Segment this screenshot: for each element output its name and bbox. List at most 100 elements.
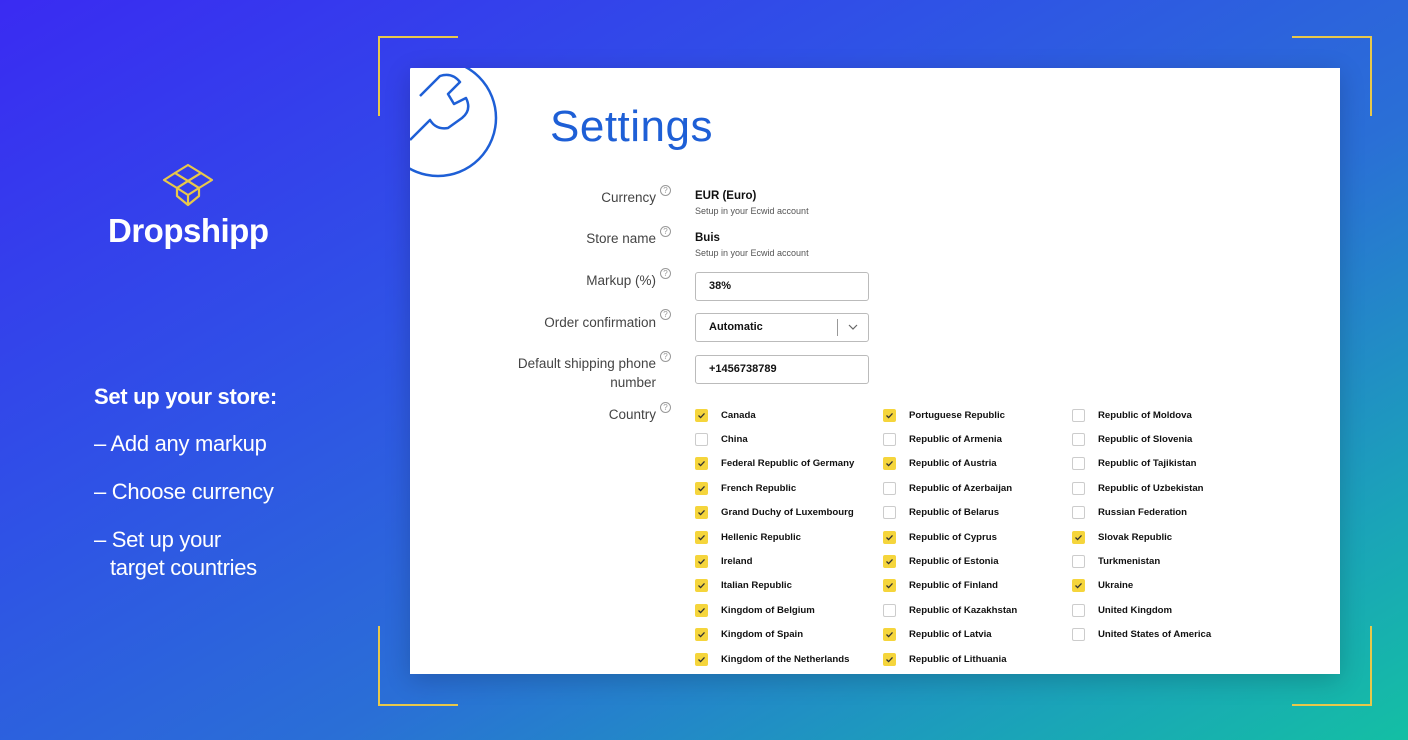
country-option[interactable]: Republic of Azerbaijan (883, 481, 1012, 495)
country-option[interactable]: Kingdom of the Netherlands (695, 652, 849, 666)
country-option[interactable]: Republic of Cyprus (883, 530, 997, 544)
country-checkbox[interactable] (883, 579, 896, 593)
country-checkbox[interactable] (883, 554, 896, 568)
country-checkbox[interactable] (695, 554, 708, 568)
country-option[interactable]: Republic of Tajikistan (1072, 457, 1196, 471)
country-checkbox[interactable] (1072, 554, 1085, 568)
country-checkbox[interactable] (883, 506, 896, 520)
promo-item-currency: – Choose currency (94, 479, 274, 504)
country-option[interactable]: Russian Federation (1072, 506, 1187, 520)
chevron-down-icon[interactable] (847, 321, 859, 333)
country-checkbox[interactable] (883, 432, 896, 446)
country-option[interactable]: Kingdom of Belgium (695, 603, 815, 617)
checkmark-icon (698, 510, 705, 516)
country-option[interactable]: French Republic (695, 481, 796, 495)
country-name: Republic of Moldova (1098, 409, 1192, 421)
country-option[interactable]: Federal Republic of Germany (695, 457, 854, 471)
country-option[interactable]: Portuguese Republic (883, 408, 1005, 422)
country-option[interactable]: Republic of Moldova (1072, 408, 1192, 422)
country-name: Turkmenistan (1098, 555, 1161, 567)
country-checkbox[interactable] (883, 652, 896, 666)
country-option[interactable]: Republic of Austria (883, 457, 997, 471)
country-option[interactable]: Republic of Lithuania (883, 652, 1007, 666)
country-option[interactable]: China (695, 432, 748, 446)
country-option[interactable]: Republic of Latvia (883, 628, 992, 642)
checkmark-icon (698, 583, 705, 589)
country-name: Kingdom of Belgium (721, 604, 815, 616)
country-checkbox[interactable] (695, 579, 708, 593)
country-option[interactable]: Republic of Slovenia (1072, 432, 1192, 446)
country-checkbox[interactable] (1072, 408, 1085, 422)
checkmark-icon (1075, 534, 1082, 541)
country-name: Slovak Republic (1098, 531, 1173, 543)
country-option[interactable]: Turkmenistan (1072, 554, 1160, 568)
country-help-icon[interactable]: ? (660, 402, 671, 413)
country-checkbox[interactable] (1072, 530, 1085, 544)
country-checkbox[interactable] (695, 432, 708, 446)
country-checkbox[interactable] (883, 603, 896, 617)
currency-help-icon[interactable]: ? (660, 185, 671, 196)
country-name: Federal Republic of Germany (721, 458, 855, 470)
country-option[interactable]: Ireland (695, 554, 752, 568)
promo-item-countries-line2: target countries (110, 555, 257, 580)
country-option[interactable]: Ukraine (1072, 579, 1133, 593)
country-checkbox[interactable] (695, 481, 708, 495)
country-checkbox[interactable] (695, 530, 708, 544)
phone-label-line1: Default shipping phone (517, 356, 656, 371)
country-option[interactable]: Slovak Republic (1072, 530, 1172, 544)
country-name: Republic of Estonia (909, 555, 999, 567)
country-checkbox[interactable] (883, 408, 896, 422)
checkmark-icon (698, 534, 705, 541)
country-option[interactable]: Kingdom of Spain (695, 628, 803, 642)
order-confirmation-select[interactable]: Automatic (695, 313, 869, 342)
country-checkbox[interactable] (1072, 457, 1085, 471)
currency-label: Currency (601, 190, 656, 205)
country-checkbox[interactable] (1072, 579, 1085, 593)
country-name: United States of America (1098, 629, 1212, 641)
brand-name: Dropshipp (108, 212, 269, 249)
store-name-help-icon[interactable]: ? (660, 226, 671, 237)
country-checkbox[interactable] (1072, 506, 1085, 520)
country-checkbox[interactable] (1072, 432, 1085, 446)
country-checkbox[interactable] (883, 530, 896, 544)
checkmark-icon (886, 534, 893, 541)
country-option[interactable]: Hellenic Republic (695, 530, 801, 544)
country-option[interactable]: Republic of Armenia (883, 432, 1002, 446)
country-option[interactable]: Republic of Uzbekistan (1072, 481, 1204, 495)
country-name: Hellenic Republic (721, 531, 801, 543)
phone-input[interactable]: +1456738789 (695, 355, 869, 384)
country-name: Kingdom of the Netherlands (721, 653, 850, 665)
country-checkbox[interactable] (883, 628, 896, 642)
country-checkbox[interactable] (1072, 603, 1085, 617)
country-name: Republic of Kazakhstan (909, 604, 1018, 616)
country-checkbox[interactable] (883, 457, 896, 471)
order-confirmation-help-icon[interactable]: ? (660, 309, 671, 320)
country-checkbox[interactable] (695, 628, 708, 642)
markup-input[interactable]: 38% (695, 272, 869, 301)
country-option[interactable]: Grand Duchy of Luxembourg (695, 506, 854, 520)
country-option[interactable]: Republic of Estonia (883, 554, 999, 568)
country-option[interactable]: United States of America (1072, 628, 1211, 642)
country-checkbox[interactable] (695, 603, 708, 617)
store-name-label: Store name (586, 231, 656, 246)
country-option[interactable]: United Kingdom (1072, 603, 1172, 617)
country-checkbox[interactable] (695, 408, 708, 422)
country-option[interactable]: Republic of Belarus (883, 506, 999, 520)
country-checkbox[interactable] (695, 457, 708, 471)
country-option[interactable]: Italian Republic (695, 579, 792, 593)
country-name: Canada (721, 409, 756, 421)
country-checkbox[interactable] (1072, 481, 1085, 495)
country-checkbox[interactable] (695, 506, 708, 520)
country-checkbox[interactable] (695, 652, 708, 666)
checkmark-icon (886, 583, 893, 589)
markup-help-icon[interactable]: ? (660, 268, 671, 279)
country-checkbox[interactable] (1072, 628, 1085, 642)
phone-help-icon[interactable]: ? (660, 351, 671, 362)
checkmark-icon (886, 461, 893, 467)
box-outline-icon (162, 163, 214, 207)
country-option[interactable]: Canada (695, 408, 756, 422)
country-option[interactable]: Republic of Finland (883, 579, 998, 593)
checkmark-icon (886, 656, 893, 663)
country-option[interactable]: Republic of Kazakhstan (883, 603, 1017, 617)
country-checkbox[interactable] (883, 481, 896, 495)
